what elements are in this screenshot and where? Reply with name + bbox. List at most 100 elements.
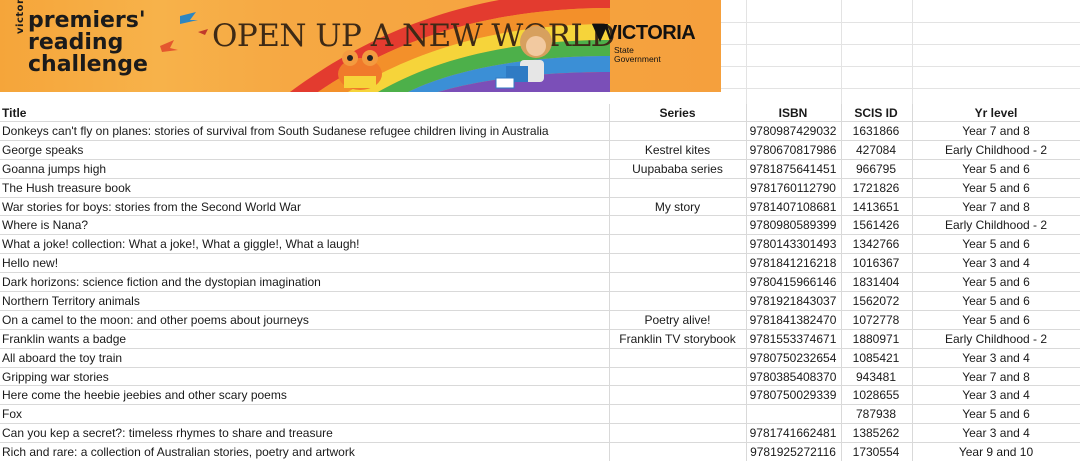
cell-yr-level[interactable]: Year 5 and 6 bbox=[912, 273, 1080, 291]
cell-yr-level[interactable]: Year 3 and 4 bbox=[912, 386, 1080, 404]
cell-series[interactable] bbox=[610, 216, 745, 234]
header-series[interactable]: Series bbox=[610, 104, 745, 121]
cell-title[interactable]: All aboard the toy train bbox=[2, 349, 607, 367]
cell-series[interactable]: Franklin TV storybook bbox=[610, 330, 745, 348]
cell-series[interactable]: My story bbox=[610, 198, 745, 216]
cell-title[interactable]: Here come the heebie jeebies and other s… bbox=[2, 386, 607, 404]
child-reading-icon bbox=[495, 26, 552, 89]
cell-title[interactable]: What a joke! collection: What a joke!, W… bbox=[2, 235, 607, 253]
cell-series[interactable] bbox=[610, 122, 745, 140]
cell-isbn[interactable]: 9781407108681 bbox=[746, 198, 840, 216]
cell-yr-level[interactable]: Year 5 and 6 bbox=[912, 405, 1080, 423]
cell-yr-level[interactable]: Year 9 and 10 bbox=[912, 443, 1080, 461]
cell-title[interactable]: Where is Nana? bbox=[2, 216, 607, 234]
header-isbn[interactable]: ISBN bbox=[746, 104, 840, 121]
cell-isbn[interactable]: 9780750029339 bbox=[746, 386, 840, 404]
cell-title[interactable]: On a camel to the moon: and other poems … bbox=[2, 311, 607, 329]
cell-series[interactable] bbox=[610, 235, 745, 253]
cell-scis-id[interactable]: 1562072 bbox=[841, 292, 911, 310]
cell-series[interactable] bbox=[610, 386, 745, 404]
reading-challenge-banner: victorian premiers' reading challenge OP… bbox=[0, 0, 721, 92]
cell-series[interactable] bbox=[610, 405, 745, 423]
cell-series[interactable] bbox=[610, 349, 745, 367]
cell-yr-level[interactable]: Early Childhood - 2 bbox=[912, 330, 1080, 348]
cell-scis-id[interactable]: 1085421 bbox=[841, 349, 911, 367]
cell-isbn[interactable]: 9781925272116 bbox=[746, 443, 840, 461]
header-yr-level[interactable]: Yr level bbox=[912, 104, 1080, 121]
cell-title[interactable]: Franklin wants a badge bbox=[2, 330, 607, 348]
cell-scis-id[interactable]: 1016367 bbox=[841, 254, 911, 272]
cell-scis-id[interactable]: 1385262 bbox=[841, 424, 911, 442]
cell-title[interactable]: Can you kep a secret?: timeless rhymes t… bbox=[2, 424, 607, 442]
cell-yr-level[interactable]: Year 7 and 8 bbox=[912, 122, 1080, 140]
cell-scis-id[interactable]: 1730554 bbox=[841, 443, 911, 461]
cell-isbn[interactable]: 9780415966146 bbox=[746, 273, 840, 291]
cell-yr-level[interactable]: Early Childhood - 2 bbox=[912, 141, 1080, 159]
cell-series[interactable] bbox=[610, 254, 745, 272]
cell-yr-level[interactable]: Year 5 and 6 bbox=[912, 160, 1080, 178]
gov-sub-line-2: Government bbox=[614, 54, 661, 64]
cell-series[interactable]: Uupababa series bbox=[610, 160, 745, 178]
cell-title[interactable]: War stories for boys: stories from the S… bbox=[2, 198, 607, 216]
cell-yr-level[interactable]: Year 3 and 4 bbox=[912, 349, 1080, 367]
table-row: Can you kep a secret?: timeless rhymes t… bbox=[0, 424, 1080, 444]
cell-series[interactable] bbox=[610, 273, 745, 291]
cell-isbn[interactable]: 9780670817986 bbox=[746, 141, 840, 159]
header-scis-id[interactable]: SCIS ID bbox=[841, 104, 911, 121]
cell-title[interactable]: Northern Territory animals bbox=[2, 292, 607, 310]
cell-yr-level[interactable]: Year 7 and 8 bbox=[912, 368, 1080, 386]
cell-yr-level[interactable]: Year 5 and 6 bbox=[912, 235, 1080, 253]
cell-scis-id[interactable]: 966795 bbox=[841, 160, 911, 178]
cell-isbn[interactable]: 9780385408370 bbox=[746, 368, 840, 386]
cell-series[interactable] bbox=[610, 443, 745, 461]
cell-series[interactable] bbox=[610, 368, 745, 386]
cell-yr-level[interactable]: Year 7 and 8 bbox=[912, 198, 1080, 216]
cell-isbn[interactable]: 9781760112790 bbox=[746, 179, 840, 197]
cell-series[interactable] bbox=[610, 292, 745, 310]
cell-isbn[interactable]: 9780980589399 bbox=[746, 216, 840, 234]
cell-title[interactable]: Dark horizons: science fiction and the d… bbox=[2, 273, 607, 291]
cell-yr-level[interactable]: Early Childhood - 2 bbox=[912, 216, 1080, 234]
cell-title[interactable]: Gripping war stories bbox=[2, 368, 607, 386]
cell-yr-level[interactable]: Year 5 and 6 bbox=[912, 179, 1080, 197]
cell-yr-level[interactable]: Year 5 and 6 bbox=[912, 311, 1080, 329]
cell-isbn[interactable]: 9781921843037 bbox=[746, 292, 840, 310]
cell-series[interactable]: Kestrel kites bbox=[610, 141, 745, 159]
cell-isbn[interactable]: 9780750232654 bbox=[746, 349, 840, 367]
cell-scis-id[interactable]: 1631866 bbox=[841, 122, 911, 140]
cell-title[interactable]: George speaks bbox=[2, 141, 607, 159]
cell-scis-id[interactable]: 427084 bbox=[841, 141, 911, 159]
table-row: Goanna jumps high Uupababa series 97818756… bbox=[0, 160, 1080, 179]
cell-scis-id[interactable]: 787938 bbox=[841, 405, 911, 423]
cell-series[interactable] bbox=[610, 179, 745, 197]
cell-scis-id[interactable]: 1072778 bbox=[841, 311, 911, 329]
cell-isbn[interactable]: 9781875641451 bbox=[746, 160, 840, 178]
cell-scis-id[interactable]: 1413651 bbox=[841, 198, 911, 216]
header-title[interactable]: Title bbox=[2, 104, 607, 121]
cell-title[interactable]: The Hush treasure book bbox=[2, 179, 607, 197]
cell-title[interactable]: Donkeys can't fly on planes: stories of … bbox=[2, 122, 607, 140]
cell-yr-level[interactable]: Year 3 and 4 bbox=[912, 254, 1080, 272]
cell-isbn[interactable]: 9781553374671 bbox=[746, 330, 840, 348]
cell-isbn[interactable]: 9781741662481 bbox=[746, 424, 840, 442]
cell-isbn[interactable]: 9781841216218 bbox=[746, 254, 840, 272]
cell-scis-id[interactable]: 1561426 bbox=[841, 216, 911, 234]
cell-title[interactable]: Hello new! bbox=[2, 254, 607, 272]
cell-title[interactable]: Rich and rare: a collection of Australia… bbox=[2, 443, 607, 461]
cell-series[interactable]: Poetry alive! bbox=[610, 311, 745, 329]
cell-series[interactable] bbox=[610, 424, 745, 442]
cell-title[interactable]: Fox bbox=[2, 405, 607, 423]
cell-scis-id[interactable]: 1028655 bbox=[841, 386, 911, 404]
cell-yr-level[interactable]: Year 5 and 6 bbox=[912, 292, 1080, 310]
cell-isbn[interactable]: 9780143301493 bbox=[746, 235, 840, 253]
cell-isbn[interactable]: 9781841382470 bbox=[746, 311, 840, 329]
cell-isbn[interactable]: 9780987429032 bbox=[746, 122, 840, 140]
cell-scis-id[interactable]: 1721826 bbox=[841, 179, 911, 197]
cell-title[interactable]: Goanna jumps high bbox=[2, 160, 607, 178]
cell-yr-level[interactable]: Year 3 and 4 bbox=[912, 424, 1080, 442]
cell-scis-id[interactable]: 1342766 bbox=[841, 235, 911, 253]
cell-scis-id[interactable]: 1880971 bbox=[841, 330, 911, 348]
cell-scis-id[interactable]: 943481 bbox=[841, 368, 911, 386]
cell-isbn[interactable] bbox=[746, 405, 840, 423]
cell-scis-id[interactable]: 1831404 bbox=[841, 273, 911, 291]
